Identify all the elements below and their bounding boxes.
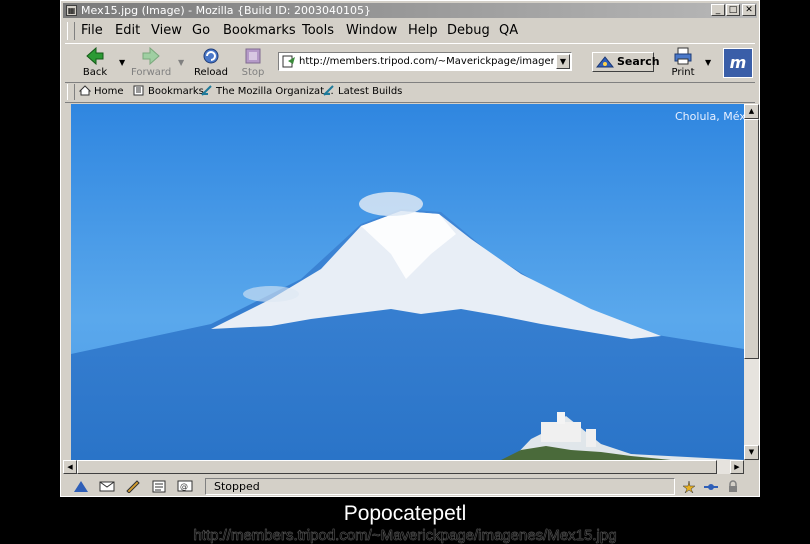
connection-icon[interactable] — [703, 480, 719, 493]
mail-icon[interactable] — [99, 480, 115, 493]
bookmark-latest-builds[interactable]: Latest Builds — [323, 85, 402, 97]
stop-button[interactable]: Stop — [233, 46, 273, 80]
forward-button[interactable]: Forward — [131, 46, 171, 80]
menu-help[interactable]: Help — [408, 23, 438, 38]
personal-toolbar-grip[interactable] — [67, 84, 75, 100]
menu-debug[interactable]: Debug — [447, 23, 490, 38]
window-title: Mex15.jpg (Image) - Mozilla {Build ID: 2… — [81, 4, 371, 17]
page-proxy-icon — [282, 55, 295, 68]
menubar-grip[interactable] — [67, 22, 75, 40]
vertical-scroll-thumb[interactable] — [744, 119, 759, 359]
mozilla-throbber-icon[interactable]: m — [723, 48, 753, 78]
close-button[interactable]: ✕ — [742, 4, 756, 16]
bookmarks-icon — [133, 85, 144, 96]
slide-caption-title: Popocatepetl — [343, 502, 467, 525]
browser-window: ▦ Mex15.jpg (Image) - Mozilla {Build ID:… — [60, 0, 760, 497]
image-watermark-text: Cholula, Méx — [675, 110, 744, 123]
back-label: Back — [82, 67, 108, 78]
stop-label: Stop — [241, 67, 265, 78]
navigation-toolbar: Back ▼ Forward ▼ Reload Stop ▼ Search Pr… — [65, 43, 755, 83]
slide-caption-url: http://members.tripod.com/~Maverickpage/… — [193, 527, 617, 544]
chat-icon[interactable]: @ — [177, 480, 193, 493]
reload-button[interactable]: Reload — [191, 46, 231, 80]
scroll-right-icon[interactable]: ▶ — [730, 460, 744, 474]
print-dropdown-icon[interactable]: ▼ — [705, 58, 711, 67]
bookmark-home-label: Home — [94, 86, 124, 97]
bookmark-latest-builds-label: Latest Builds — [338, 86, 403, 97]
url-input[interactable] — [299, 53, 554, 70]
maximize-button[interactable]: □ — [726, 4, 740, 16]
reload-label: Reload — [193, 67, 229, 78]
scroll-down-icon[interactable]: ▼ — [744, 445, 759, 460]
print-label: Print — [671, 67, 695, 78]
security-lock-icon[interactable] — [725, 480, 741, 493]
forward-arrow-icon — [142, 47, 160, 65]
forward-label: Forward — [131, 67, 172, 78]
bookmark-mozilla-org-label: The Mozilla Organizat... — [216, 86, 334, 97]
back-dropdown-icon[interactable]: ▼ — [119, 58, 125, 67]
menu-tools[interactable]: Tools — [302, 23, 334, 38]
bookmark-mozilla-org[interactable]: The Mozilla Organizat... — [201, 85, 334, 97]
menu-bar: File Edit View Go Bookmarks Tools Window… — [65, 20, 755, 42]
home-icon — [79, 85, 91, 96]
menu-file[interactable]: File — [81, 23, 103, 38]
composer-icon[interactable] — [125, 480, 141, 493]
offline-icon[interactable] — [681, 480, 697, 493]
menu-view[interactable]: View — [151, 23, 182, 38]
status-bar: @ Stopped — [63, 477, 757, 496]
back-arrow-icon — [86, 47, 104, 65]
search-label: Search — [617, 55, 660, 68]
bookmarks-menu[interactable]: Bookmarks — [133, 85, 204, 97]
search-icon — [596, 56, 614, 68]
forward-dropdown-icon[interactable]: ▼ — [178, 58, 184, 67]
menu-bookmarks[interactable]: Bookmarks — [223, 23, 296, 38]
horizontal-scroll-thumb[interactable] — [77, 460, 717, 474]
scroll-up-icon[interactable]: ▲ — [744, 104, 759, 119]
title-bar[interactable]: ▦ Mex15.jpg (Image) - Mozilla {Build ID:… — [63, 3, 757, 18]
menu-edit[interactable]: Edit — [115, 23, 140, 38]
minimize-button[interactable]: _ — [711, 4, 725, 16]
vertical-scrollbar[interactable]: ▲ ▼ — [744, 104, 759, 460]
address-book-icon[interactable] — [151, 480, 167, 493]
personal-toolbar: Home Bookmarks The Mozilla Organizat... … — [65, 82, 755, 103]
app-icon: ▦ — [66, 5, 77, 16]
search-button[interactable]: Search — [592, 52, 660, 72]
reload-icon — [203, 48, 219, 64]
url-dropdown-icon[interactable]: ▼ — [556, 54, 570, 69]
menu-go[interactable]: Go — [192, 23, 210, 38]
printer-icon — [674, 47, 692, 65]
navigator-icon[interactable] — [73, 480, 89, 493]
menu-qa[interactable]: QA — [499, 23, 518, 38]
bookmark-home[interactable]: Home — [79, 85, 124, 97]
bookmark-link-icon — [201, 85, 212, 96]
print-button[interactable]: Print — [663, 46, 703, 80]
stop-icon — [245, 48, 261, 64]
url-bar[interactable]: ▼ — [278, 52, 572, 71]
horizontal-scrollbar[interactable]: ◀ ▶ — [63, 460, 744, 474]
bookmark-link-icon — [323, 85, 334, 96]
svg-text:@: @ — [180, 482, 188, 491]
menu-window[interactable]: Window — [346, 23, 397, 38]
popocatepetl-photo — [71, 104, 744, 460]
bookmarks-menu-label: Bookmarks — [148, 86, 204, 97]
status-text: Stopped — [205, 478, 675, 495]
scroll-left-icon[interactable]: ◀ — [63, 460, 77, 474]
back-button[interactable]: Back — [75, 46, 115, 80]
image-viewport[interactable]: Cholula, Méx — [71, 104, 744, 460]
